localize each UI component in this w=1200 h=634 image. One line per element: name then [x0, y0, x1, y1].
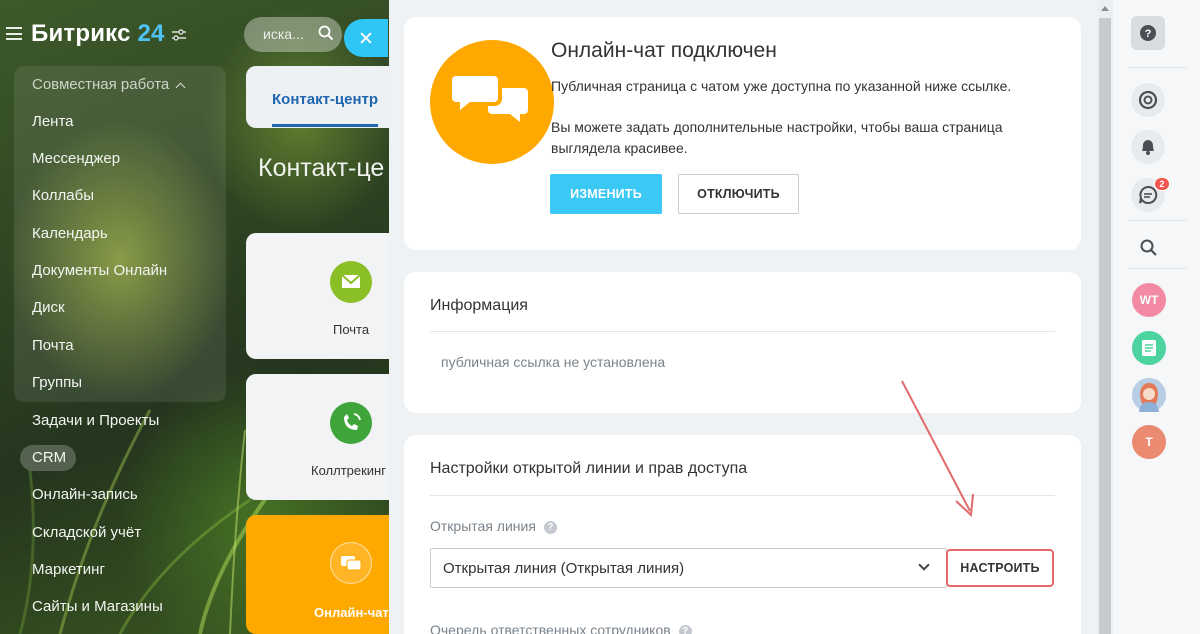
chat-count-badge: 2 — [1154, 177, 1170, 191]
mail-icon — [330, 261, 372, 303]
sidebar-item-marketing[interactable]: Маркетинг — [32, 561, 105, 578]
tile-calltracking-label: Коллтрекинг — [311, 463, 386, 478]
user-photo-icon — [1132, 378, 1166, 412]
sidebar-item-crm[interactable]: CRM — [32, 449, 66, 466]
sidebar-item-mail[interactable]: Почта — [32, 337, 74, 354]
open-line-label-text: Открытая линия — [430, 518, 536, 534]
avatar[interactable]: WT — [1132, 283, 1166, 317]
chat-icon — [330, 542, 372, 584]
change-button[interactable]: ИЗМЕНИТЬ — [550, 174, 662, 214]
queue-label: Очередь ответственных сотрудников? — [430, 622, 692, 634]
search-icon[interactable] — [1140, 239, 1158, 257]
help-icon[interactable]: ? — [543, 521, 557, 534]
header-logo-row: Битрикс 24 — [0, 0, 240, 66]
brand-number: 24 — [137, 20, 165, 47]
target-icon — [1138, 90, 1158, 110]
avatar[interactable] — [1132, 331, 1166, 365]
sidebar-item-inventory[interactable]: Складской учёт — [32, 524, 141, 541]
rail-separator — [1129, 268, 1187, 269]
tile-mail[interactable] — [246, 233, 396, 359]
page-title: Контакт-це — [258, 154, 385, 182]
annotation-arrow — [901, 380, 974, 518]
sidebar-item-tasks[interactable]: Задачи и Проекты — [32, 412, 159, 429]
settings-sliders-icon[interactable] — [172, 29, 186, 41]
brand-name: Битрикс — [31, 20, 131, 47]
close-slider-button[interactable] — [344, 19, 388, 57]
status-text-1: Публичная страница с чатом уже доступна … — [551, 78, 1012, 94]
online-chat-logo — [430, 40, 554, 164]
copilot-button[interactable] — [1131, 83, 1165, 117]
configure-button[interactable]: НАСТРОИТЬ — [946, 549, 1054, 587]
sidebar-item-sites[interactable]: Сайты и Магазины — [32, 598, 163, 615]
rail-separator — [1129, 67, 1187, 68]
tab-active-underline — [272, 124, 378, 127]
document-icon — [1142, 340, 1156, 356]
sidebar-group-title-label: Совместная работа — [32, 76, 170, 93]
svg-text:?: ? — [1145, 28, 1152, 40]
sidebar-item-disk[interactable]: Диск — [32, 299, 65, 316]
help-button[interactable]: ? — [1131, 16, 1165, 50]
search-icon[interactable] — [318, 25, 334, 41]
chevron-up-icon — [175, 82, 186, 93]
avatar[interactable] — [1132, 378, 1166, 412]
status-text-2: Вы можете задать дополнительные настройк… — [551, 119, 1003, 135]
rail-separator — [1129, 220, 1187, 221]
search-placeholder: иска... — [263, 26, 304, 42]
scroll-up-icon[interactable] — [1101, 6, 1109, 11]
info-title: Информация — [430, 297, 528, 314]
help-icon[interactable]: ? — [678, 625, 692, 634]
open-line-label: Открытая линия? — [430, 518, 557, 534]
queue-label-text: Очередь ответственных сотрудников — [430, 622, 671, 634]
info-divider — [430, 331, 1055, 332]
tile-calltracking[interactable] — [246, 374, 396, 500]
open-line-select[interactable]: Открытая линия (Открытая линия) — [430, 548, 947, 588]
sidebar-item-groups[interactable]: Группы — [32, 374, 82, 391]
open-line-select-value: Открытая линия (Открытая линия) — [443, 560, 685, 577]
tile-online-chat-label: Онлайн-чат — [314, 605, 389, 620]
bell-icon — [1142, 140, 1154, 155]
question-icon: ? — [1140, 25, 1156, 41]
phone-icon — [330, 402, 372, 444]
sidebar-item-documents[interactable]: Документы Онлайн — [32, 262, 167, 279]
status-text-3: выглядела красивее. — [551, 140, 688, 156]
sidebar-item-messenger[interactable]: Мессенджер — [32, 150, 120, 167]
status-title: Онлайн-чат подключен — [551, 39, 777, 62]
chat-bubbles-icon — [452, 76, 528, 122]
tile-mail-label: Почта — [333, 322, 370, 337]
disable-button[interactable]: ОТКЛЮЧИТЬ — [678, 174, 799, 214]
chevron-down-icon — [918, 559, 930, 571]
sidebar-item-booking[interactable]: Онлайн-запись — [32, 486, 138, 503]
brand-logo[interactable]: Битрикс 24 — [31, 20, 165, 48]
sidebar-group-title[interactable]: Совместная работа — [32, 76, 186, 93]
public-link-status: публичная ссылка не установлена — [441, 354, 666, 370]
tab-contact-center[interactable]: Контакт-центр — [272, 91, 378, 108]
avatar[interactable]: T — [1132, 425, 1166, 459]
menu-icon[interactable] — [6, 27, 22, 40]
scrollbar-thumb[interactable] — [1099, 18, 1111, 634]
notifications-button[interactable] — [1131, 130, 1165, 164]
sidebar-item-collabs[interactable]: Коллабы — [32, 187, 94, 204]
settings-title: Настройки открытой линии и прав доступа — [430, 460, 748, 477]
sidebar-item-feed[interactable]: Лента — [32, 113, 74, 130]
sidebar-item-calendar[interactable]: Календарь — [32, 225, 108, 242]
